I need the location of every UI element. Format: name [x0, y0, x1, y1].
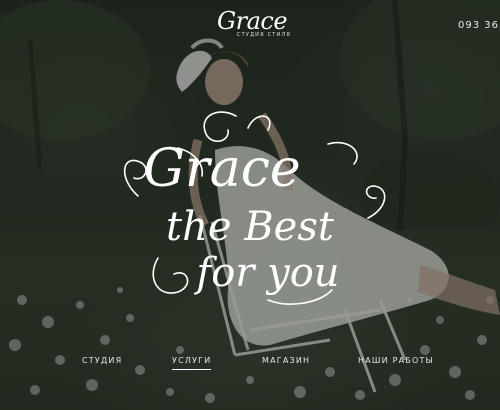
phone-number[interactable]: 093 365- — [458, 20, 500, 31]
logo-wordmark: Grace — [216, 7, 288, 35]
main-navigation: СТУДИЯ УСЛУГИ МАГАЗИН НАШИ РАБОТЫ — [0, 356, 500, 376]
brand-logo[interactable]: Grace СТУДИЯ СТИЛЯ — [212, 8, 292, 46]
nav-item-our-works[interactable]: НАШИ РАБОТЫ — [358, 356, 434, 369]
hero-line-grace: Grace — [143, 139, 300, 199]
nav-item-shop[interactable]: МАГАЗИН — [262, 356, 310, 369]
logo-tagline: СТУДИЯ СТИЛЯ — [236, 32, 292, 38]
hero-line-for-you: for you — [193, 250, 339, 296]
hero-section: Grace СТУДИЯ СТИЛЯ 093 365- Grace the Be… — [0, 0, 500, 410]
nav-item-services[interactable]: УСЛУГИ — [172, 356, 212, 370]
hero-lettering: Grace the Best for you — [123, 111, 386, 305]
nav-item-studio[interactable]: СТУДИЯ — [82, 356, 122, 369]
hero-line-the-best: the Best — [166, 204, 335, 250]
